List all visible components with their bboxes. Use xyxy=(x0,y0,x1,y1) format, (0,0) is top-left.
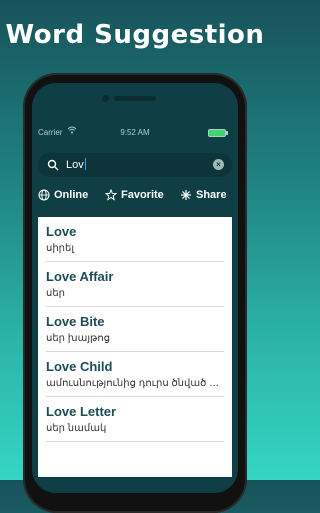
camera-icon xyxy=(102,95,109,102)
result-meaning: ամուսնությունից դուրս ծնված երեխա xyxy=(46,378,224,389)
search-bar[interactable]: Lov × xyxy=(38,153,232,177)
tab-online-label: Online xyxy=(54,189,89,201)
result-meaning: սիրել xyxy=(46,243,75,254)
search-icon xyxy=(47,158,59,171)
divider xyxy=(46,441,224,442)
star-icon xyxy=(105,189,117,201)
list-item[interactable]: Love սիրել xyxy=(38,217,232,262)
text-caret xyxy=(84,158,86,170)
clear-icon[interactable]: × xyxy=(213,159,224,170)
tab-favorite-label: Favorite xyxy=(121,189,164,201)
speaker-grille xyxy=(114,96,156,101)
share-icon xyxy=(181,190,191,200)
list-item[interactable]: Love Affair սեր xyxy=(38,262,232,307)
list-item[interactable]: Love Letter սեր նամակ xyxy=(38,397,232,442)
result-meaning: սեր խայթոց xyxy=(46,333,111,344)
result-word: Love Child xyxy=(46,359,113,374)
tab-share[interactable]: Share xyxy=(180,189,227,201)
tab-share-label: Share xyxy=(196,189,227,201)
status-bar: Carrier 9:52 AM xyxy=(32,125,238,141)
search-input[interactable]: Lov xyxy=(66,158,86,171)
results-list: Love սիրել Love Affair սեր Love Bite սեր… xyxy=(38,217,232,477)
app-screen: Carrier 9:52 AM Lov × Online Favorite Sh… xyxy=(32,83,238,493)
tab-online[interactable]: Online xyxy=(38,189,88,201)
search-query-text: Lov xyxy=(66,159,84,171)
battery-icon xyxy=(208,129,228,137)
globe-icon xyxy=(38,189,50,201)
list-item[interactable]: Love Bite սեր խայթոց xyxy=(38,307,232,352)
tab-bar: Online Favorite Share xyxy=(32,187,238,207)
phone-frame: Carrier 9:52 AM Lov × Online Favorite Sh… xyxy=(23,73,247,513)
result-meaning: սեր xyxy=(46,288,66,299)
list-item[interactable]: Love Child ամուսնությունից դուրս ծնված ե… xyxy=(38,352,232,397)
result-word: Love xyxy=(46,224,77,239)
result-word: Love Affair xyxy=(46,269,114,284)
tab-favorite[interactable]: Favorite xyxy=(105,189,164,201)
result-word: Love Bite xyxy=(46,314,105,329)
promo-headline: Word Suggestion xyxy=(5,20,265,50)
bottom-bar xyxy=(32,477,238,493)
result-word: Love Letter xyxy=(46,404,117,419)
result-meaning: սեր նամակ xyxy=(46,423,107,434)
